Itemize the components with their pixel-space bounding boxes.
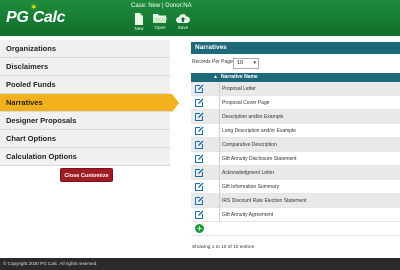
table-row[interactable]: Proposal Letter: [191, 82, 400, 96]
narrative-name: Proposal Cover Page: [222, 100, 270, 106]
edit-icon[interactable]: [195, 182, 204, 191]
narratives-table: ▲ Narrative Name Proposal Letter Proposal…: [191, 73, 400, 236]
table-row[interactable]: IRS Discount Rate Election Statement: [191, 194, 400, 208]
new-document-icon: [135, 13, 143, 25]
save-button[interactable]: Save: [171, 13, 195, 30]
table-row[interactable]: Description and/or Example: [191, 110, 400, 124]
edit-icon[interactable]: [195, 196, 204, 205]
page-title: Narratives: [191, 42, 400, 54]
edit-icon[interactable]: [195, 210, 204, 219]
records-per-page-select[interactable]: 10 ▾: [233, 58, 259, 69]
footer: © Copyright 2020 PG Calc. All rights res…: [0, 258, 400, 270]
chevron-down-icon: ▾: [253, 60, 256, 66]
customize-sidebar: Organizations Disclaimers Pooled Funds N…: [0, 40, 179, 166]
table-row[interactable]: Gift Information Summary: [191, 180, 400, 194]
table-row[interactable]: Comparative Description: [191, 138, 400, 152]
sidebar-item-designer-proposals[interactable]: Designer Proposals: [0, 112, 170, 130]
column-divider: [219, 110, 220, 124]
column-divider: [219, 138, 220, 152]
edit-icon[interactable]: [195, 84, 204, 93]
folder-icon: [153, 14, 167, 23]
open-button[interactable]: Open: [148, 13, 172, 30]
table-row[interactable]: Acknowledgment Letter: [191, 166, 400, 180]
narrative-name: Gift Annuity Disclosure Statement: [222, 156, 297, 162]
sidebar-item-chart-options[interactable]: Chart Options: [0, 130, 170, 148]
sidebar-item-pooled-funds[interactable]: Pooled Funds: [0, 76, 170, 94]
sidebar-item-calculation-options[interactable]: Calculation Options: [0, 148, 170, 166]
edit-icon[interactable]: [195, 168, 204, 177]
cloud-upload-icon: [176, 14, 190, 23]
narrative-name: Long Description and/or Example: [222, 128, 296, 134]
table-row[interactable]: Gift Annuity Disclosure Statement: [191, 152, 400, 166]
column-header-narrative-name[interactable]: Narrative Name: [221, 74, 258, 80]
narrative-name: Comparative Description: [222, 142, 277, 148]
table-row[interactable]: Proposal Cover Page: [191, 96, 400, 110]
narrative-name: Description and/or Example: [222, 114, 284, 120]
column-divider: [219, 152, 220, 166]
table-header: ▲ Narrative Name: [191, 73, 400, 82]
open-button-label: Open: [154, 25, 166, 30]
narrative-name: Acknowledgment Letter: [222, 170, 275, 176]
edit-icon[interactable]: [195, 140, 204, 149]
table-row[interactable]: Long Description and/or Example: [191, 124, 400, 138]
column-divider: [219, 166, 220, 180]
sort-arrow-icon[interactable]: ▲: [213, 74, 218, 80]
close-customize-button[interactable]: Close Customize: [60, 168, 113, 182]
column-divider: [219, 194, 220, 208]
sidebar-item-organizations[interactable]: Organizations: [0, 40, 170, 58]
records-per-page-value: 10: [237, 60, 244, 66]
sidebar-item-disclaimers[interactable]: Disclaimers: [0, 58, 170, 76]
case-info: Case: New | Donor:NA: [131, 3, 192, 9]
column-divider: [219, 180, 220, 194]
edit-icon[interactable]: [195, 98, 204, 107]
sidebar-item-narratives[interactable]: Narratives: [0, 94, 179, 112]
save-button-label: Save: [177, 25, 189, 30]
narrative-name: IRS Discount Rate Election Statement: [222, 198, 307, 204]
column-divider: [219, 208, 220, 222]
app-header: PG Calc ✶ Case: New | Donor:NA New Open …: [0, 0, 400, 36]
table-row[interactable]: Gift Annuity Agreement: [191, 208, 400, 222]
add-narrative-icon[interactable]: +: [195, 224, 204, 233]
records-per-page-label: Records Per Page: [192, 59, 233, 65]
table-info: Showing 1 to 10 of 10 entries: [192, 245, 255, 250]
add-row: +: [191, 222, 400, 236]
column-divider: [219, 124, 220, 138]
logo-star-icon: ✶: [30, 2, 38, 12]
narrative-name: Proposal Letter: [222, 86, 256, 92]
narrative-name: Gift Information Summary: [222, 184, 279, 190]
edit-icon[interactable]: [195, 112, 204, 121]
column-divider: [219, 82, 220, 96]
edit-icon[interactable]: [195, 154, 204, 163]
edit-icon[interactable]: [195, 126, 204, 135]
narrative-name: Gift Annuity Agreement: [222, 212, 274, 218]
column-divider: [219, 96, 220, 110]
